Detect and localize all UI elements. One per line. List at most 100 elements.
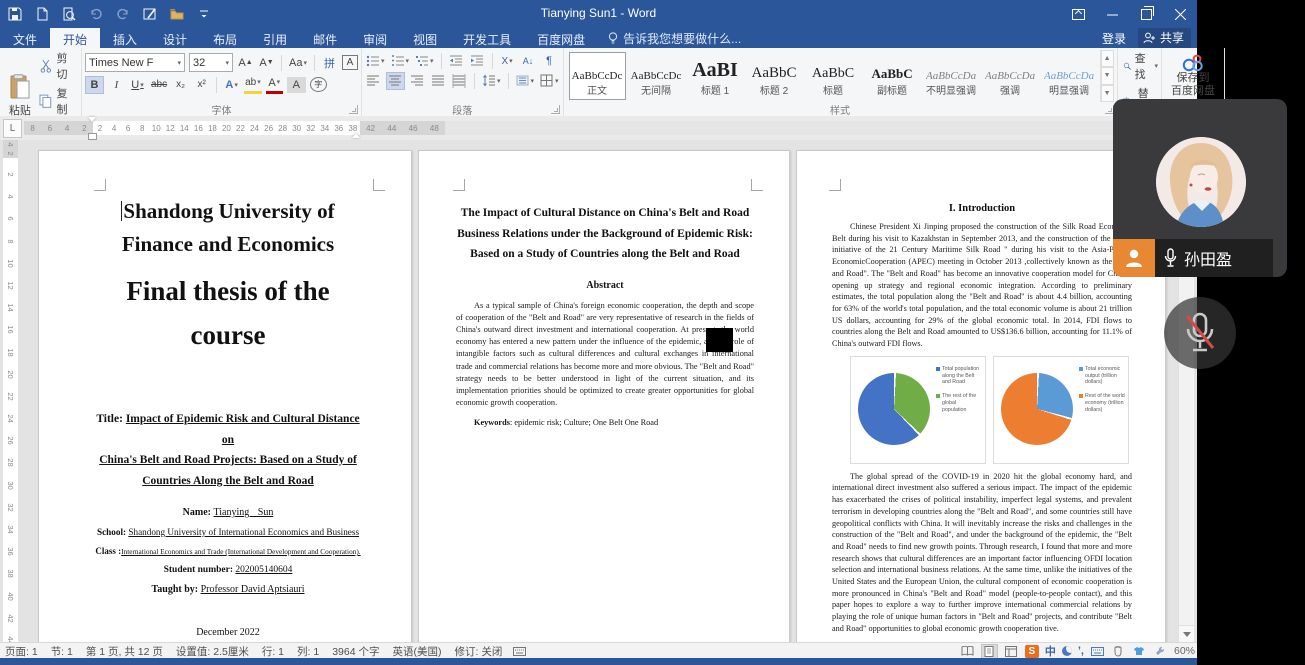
scrollbar-down-icon[interactable] xyxy=(1179,625,1194,642)
left-indent-marker[interactable] xyxy=(88,133,97,140)
ribbon-display-options-icon[interactable] xyxy=(1061,0,1095,28)
line-spacing-button[interactable]: ▾ xyxy=(481,73,502,89)
close-icon[interactable] xyxy=(1163,0,1197,28)
document-page-1[interactable]: Shandong University ofFinance and Econom… xyxy=(38,150,412,642)
enclose-character-button[interactable]: 字 xyxy=(310,77,327,92)
shading-button[interactable]: ▾ xyxy=(515,73,536,89)
bullet-list-button[interactable]: ▾ xyxy=(365,53,386,69)
fullwidth-moon-icon[interactable] xyxy=(1062,646,1072,656)
style-item[interactable]: AaBbCcDc 正文 xyxy=(569,52,626,100)
align-center-button[interactable] xyxy=(386,72,405,90)
align-left-button[interactable] xyxy=(365,73,382,89)
save-to-baidu-button[interactable]: 保存到 百度网盘 xyxy=(1165,50,1221,102)
print-layout-icon[interactable] xyxy=(981,644,998,659)
document-page-3[interactable]: I. Introduction Chinese President Xi Jin… xyxy=(796,150,1166,642)
style-item[interactable]: AaBbCcDa 不明显强调 xyxy=(923,52,980,100)
minimize-icon[interactable] xyxy=(1095,0,1129,28)
styles-more-icon[interactable]: ▼ xyxy=(1101,85,1114,102)
ribbon-tab[interactable]: 设计 xyxy=(150,28,200,48)
read-mode-icon[interactable] xyxy=(960,645,975,658)
ribbon-tab[interactable]: 引用 xyxy=(250,28,300,48)
share-button[interactable]: 共享 xyxy=(1138,28,1191,48)
style-item[interactable]: AaBbCcDa 强调 xyxy=(982,52,1039,100)
align-right-button[interactable] xyxy=(409,73,426,89)
decrease-indent-button[interactable] xyxy=(448,53,465,69)
text-effects-button[interactable]: A▾ xyxy=(223,77,240,93)
chinese-mode-icon[interactable]: 中 xyxy=(1045,643,1056,659)
character-border-button[interactable]: A xyxy=(342,55,358,70)
styles-scroll-up-icon[interactable]: ▲ xyxy=(1101,50,1114,67)
status-segment[interactable]: 页面: 1 xyxy=(5,644,38,659)
style-item[interactable]: AaBbC 副标题 xyxy=(864,52,921,100)
tell-me-box[interactable]: 告诉我您想要做什么... xyxy=(598,28,751,48)
tab-file[interactable]: 文件 xyxy=(0,28,50,48)
highlight-button[interactable]: ab▾ xyxy=(244,75,262,94)
phonetic-guide-button[interactable]: 拼 xyxy=(321,55,338,71)
status-segment[interactable]: 设置值: 2.5厘米 xyxy=(176,644,249,659)
multilevel-list-button[interactable]: ▾ xyxy=(414,53,435,69)
wrench-icon[interactable] xyxy=(1153,645,1168,658)
style-item[interactable]: AaBbCcDa 明显强调 xyxy=(1041,52,1098,100)
skin-shirt-icon[interactable] xyxy=(1132,645,1147,658)
ribbon-tab[interactable]: 审阅 xyxy=(350,28,400,48)
font-size-combo[interactable]: 32▾ xyxy=(189,53,233,72)
tab-stop-selector[interactable]: L xyxy=(3,119,22,138)
copy-button[interactable]: 复制 xyxy=(39,85,78,117)
ribbon-tab[interactable]: 百度网盘 xyxy=(524,28,598,48)
show-marks-button[interactable]: ¶ xyxy=(541,53,558,69)
strikethrough-button[interactable]: abc xyxy=(150,77,168,93)
borders-button[interactable]: ▾ xyxy=(539,73,560,89)
status-segment[interactable]: 3964 个字 xyxy=(332,644,379,659)
bold-button[interactable]: B xyxy=(85,76,104,94)
font-name-combo[interactable]: Times New F▾ xyxy=(85,53,185,72)
zoom-level[interactable]: 60% xyxy=(1174,645,1195,657)
underline-button[interactable]: U▾ xyxy=(129,77,146,93)
style-item[interactable]: AaBbCcDc 无间隔 xyxy=(628,52,685,100)
status-segment[interactable]: 第 1 页, 共 12 页 xyxy=(86,644,163,659)
shrink-font-button[interactable]: A▼ xyxy=(258,55,275,71)
web-layout-icon[interactable] xyxy=(1004,645,1019,658)
italic-button[interactable]: I xyxy=(108,77,125,93)
ribbon-tab[interactable]: 开发工具 xyxy=(450,28,524,48)
participant-video-tile[interactable]: 孙田盈 xyxy=(1113,99,1287,277)
overtype-keyboard-icon[interactable] xyxy=(512,645,527,658)
superscript-button[interactable]: x² xyxy=(193,77,210,93)
ribbon-tab[interactable]: 布局 xyxy=(200,28,250,48)
restore-icon[interactable] xyxy=(1129,0,1163,28)
economy-chart-frame[interactable]: Total economic output (trillion dollars)… xyxy=(993,356,1129,464)
paragraph-dialog-launcher[interactable] xyxy=(551,105,560,114)
population-chart-frame[interactable]: Total population along the Belt and Road… xyxy=(850,356,986,464)
punctuation-icon[interactable]: ’, xyxy=(1078,645,1084,657)
font-color-button[interactable]: A▾ xyxy=(266,75,283,94)
subscript-button[interactable]: x₂ xyxy=(172,77,189,93)
justify-button[interactable] xyxy=(430,73,447,89)
change-case-button[interactable]: Aa▾ xyxy=(288,55,308,71)
vertical-ruler[interactable]: 42 2468101214161820222426283032343638404… xyxy=(3,140,18,642)
styles-scroll-down-icon[interactable]: ▼ xyxy=(1101,67,1114,84)
sort-button[interactable]: A↓ xyxy=(520,53,537,69)
first-line-indent-marker[interactable] xyxy=(88,117,96,122)
status-segment[interactable]: 行: 1 xyxy=(262,644,284,659)
distribute-button[interactable] xyxy=(451,73,468,89)
grow-font-button[interactable]: A▲ xyxy=(237,55,254,71)
sogou-ime-icon[interactable]: S xyxy=(1025,645,1039,658)
status-segment[interactable]: 节: 1 xyxy=(51,644,73,659)
style-item[interactable]: AaBbC 标题 2 xyxy=(746,52,803,100)
soft-keyboard-icon[interactable] xyxy=(1090,645,1105,658)
horizontal-ruler[interactable]: 8642 2468101214161820222426283032343638 … xyxy=(24,121,1190,135)
numbered-list-button[interactable]: ▾ xyxy=(390,53,411,69)
style-item[interactable]: AaBbC 标题 xyxy=(805,52,862,100)
status-segment[interactable]: 修订: 关闭 xyxy=(455,644,503,659)
find-button[interactable]: 查找▾ xyxy=(1123,50,1159,82)
increase-indent-button[interactable] xyxy=(469,53,486,69)
hand-tool-icon[interactable] xyxy=(1111,645,1126,658)
microphone-muted-button[interactable] xyxy=(1164,297,1236,369)
ribbon-tab[interactable]: 邮件 xyxy=(300,28,350,48)
cut-button[interactable]: 剪切 xyxy=(39,50,78,82)
ribbon-tab[interactable]: 视图 xyxy=(400,28,450,48)
asian-layout-button[interactable]: X▾ xyxy=(499,53,516,69)
signin-button[interactable]: 登录 xyxy=(1102,30,1126,47)
ribbon-tab[interactable]: 插入 xyxy=(100,28,150,48)
font-dialog-launcher[interactable] xyxy=(349,105,358,114)
style-item[interactable]: AaBI 标题 1 xyxy=(687,52,744,100)
